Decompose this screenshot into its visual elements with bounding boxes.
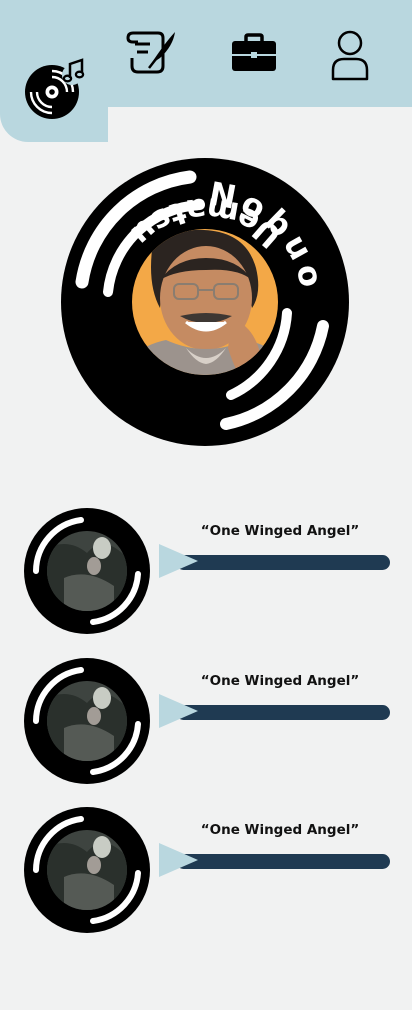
track-disc [24,807,150,933]
track-disc [24,508,150,634]
track-title: “One Winged Angel” [200,822,360,838]
track-title: “One Winged Angel” [200,673,360,689]
track-item[interactable]: “One Winged Angel” [0,807,412,937]
track-item[interactable]: “One Winged Angel” [0,658,412,788]
track-disc [24,658,150,784]
music-disc-icon[interactable] [22,58,88,124]
track-title: “One Winged Angel” [200,523,360,539]
track-item[interactable]: “One Winged Angel” [0,508,412,638]
quill-scroll-icon[interactable] [126,28,178,76]
user-icon[interactable] [330,30,370,82]
track-progress-bar[interactable] [176,705,390,720]
play-icon[interactable] [159,843,198,877]
artist-disc: Nobuo Uematsu [56,158,354,446]
track-progress-bar[interactable] [176,555,390,570]
briefcase-icon[interactable] [230,33,278,73]
track-progress-bar[interactable] [176,854,390,869]
play-icon[interactable] [159,544,198,578]
play-icon[interactable] [159,694,198,728]
